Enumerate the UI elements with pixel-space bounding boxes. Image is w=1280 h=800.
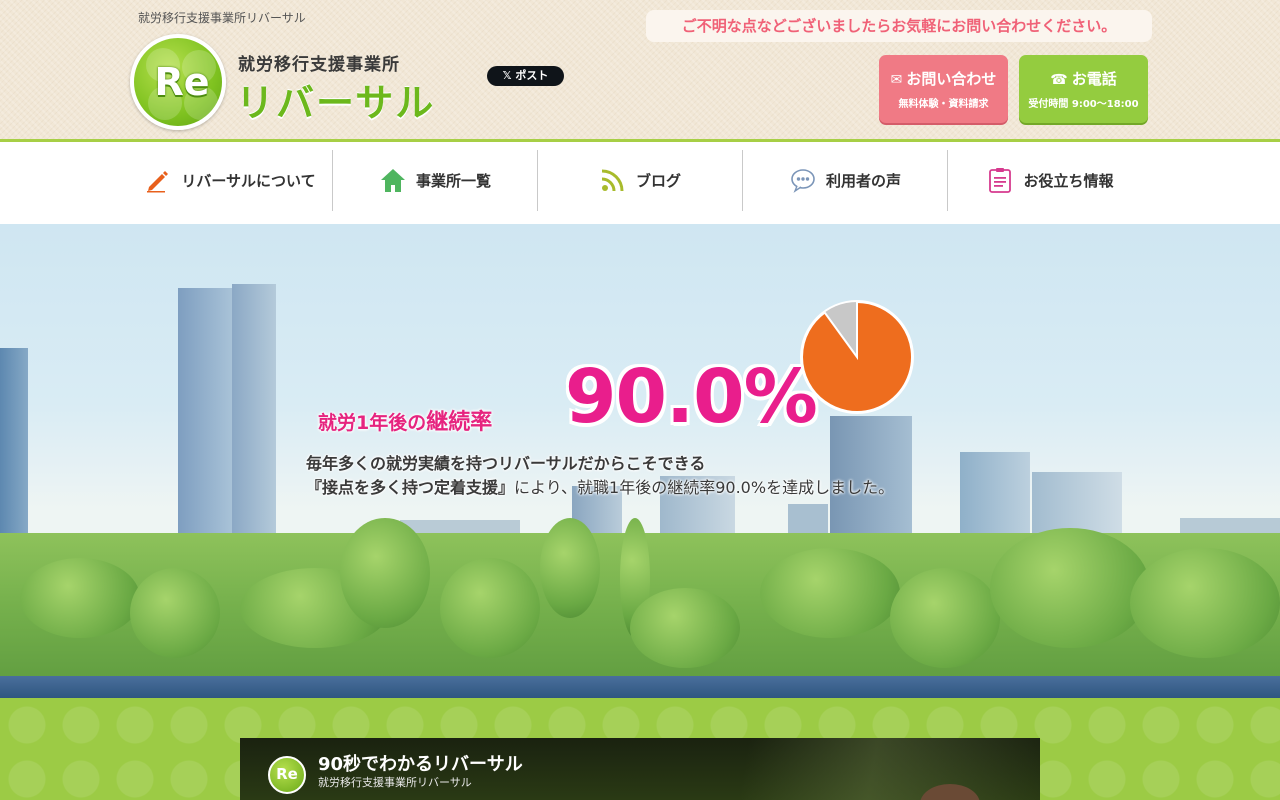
hero-description-emph: 『接点を多く持つ定着支援』 — [306, 478, 515, 497]
rss-icon — [600, 167, 626, 193]
logo-badge-text: Re — [154, 60, 210, 104]
video-section: Re 90秒でわかるリバーサル 就労移行支援事業所リバーサル — [0, 698, 1280, 800]
nav-item-label: リバーサルについて — [181, 171, 316, 190]
tree-illustration — [20, 558, 140, 638]
nav-item-voices[interactable]: 利用者の声 — [743, 150, 948, 210]
tree-illustration — [1130, 548, 1280, 658]
pencil-icon — [145, 167, 171, 193]
nav-item-info[interactable]: お役立ち情報 — [948, 150, 1153, 210]
hero-description-rest: により、就職1年後の継続率90.0%を達成しました。 — [514, 478, 895, 497]
tree-illustration — [130, 568, 220, 658]
phone-icon: ☎ — [1050, 72, 1068, 88]
tree-illustration — [440, 558, 540, 658]
nav-item-label: お役立ち情報 — [1023, 171, 1114, 190]
video-logo-badge: Re — [268, 756, 306, 794]
video-light-beam — [620, 738, 1040, 800]
building-illustration — [0, 348, 28, 548]
video-subtitle: 就労移行支援事業所リバーサル — [318, 776, 472, 789]
river-illustration — [0, 676, 1280, 698]
retention-pie-chart — [800, 300, 914, 414]
phone-button-label: お電話 — [1071, 70, 1117, 88]
logo-badge: Re — [130, 34, 226, 130]
site-logo[interactable]: Re 就労移行支援事業所 リバーサル — [130, 34, 450, 130]
nav-item-about[interactable]: リバーサルについて — [128, 150, 333, 210]
hero-banner: 就労1年後の継続率 90.0% 毎年多くの就労実績を持つリバーサルだからこそでき… — [0, 224, 1280, 698]
nav-item-label: 事業所一覧 — [415, 171, 491, 190]
tree-illustration — [630, 588, 740, 668]
house-icon — [380, 167, 406, 193]
tree-illustration — [760, 548, 900, 638]
nav-item-label: 利用者の声 — [825, 171, 901, 190]
site-tagline: 就労移行支援事業所リバーサル — [138, 11, 306, 25]
contact-notice: ご不明な点などございましたらお気軽にお問い合わせください。 — [646, 10, 1152, 42]
nav-item-offices[interactable]: 事業所一覧 — [333, 150, 538, 210]
contact-button-label: お問い合わせ — [906, 70, 997, 88]
hero-rate-value: 90.0% — [565, 354, 818, 440]
contact-button[interactable]: ✉ お問い合わせ 無料体験・資料請求 — [879, 55, 1008, 123]
pie-slice-retention — [801, 300, 913, 413]
hero-description-line1: 毎年多くの就労実績を持つリバーサルだからこそできる — [306, 454, 706, 473]
speech-bubble-icon — [790, 167, 816, 193]
hero-rate-caption-emph: 継続率 — [426, 410, 493, 435]
x-post-button[interactable]: 𝕏 ポスト — [487, 66, 564, 86]
tree-illustration — [540, 518, 600, 618]
global-nav: リバーサルについて 事業所一覧 ブログ 利用者の声 お役立ち情報 — [0, 142, 1280, 224]
site-header: 就労移行支援事業所リバーサル Re 就労移行支援事業所 リバーサル 𝕏 ポスト … — [0, 0, 1280, 140]
nav-item-label: ブログ — [635, 171, 681, 190]
tree-illustration — [990, 528, 1150, 648]
nav-item-blog[interactable]: ブログ — [538, 150, 743, 210]
intro-video[interactable]: Re 90秒でわかるリバーサル 就労移行支援事業所リバーサル — [240, 738, 1040, 800]
hero-description-line2: 『接点を多く持つ定着支援』により、就職1年後の継続率90.0%を達成しました。 — [306, 474, 894, 498]
clipboard-icon — [987, 167, 1013, 193]
building-illustration — [232, 284, 276, 548]
envelope-icon: ✉ — [890, 72, 903, 88]
logo-title: リバーサル — [236, 81, 436, 125]
contact-button-sub: 無料体験・資料請求 — [898, 99, 989, 110]
hero-rate-caption: 就労1年後の継続率 — [318, 404, 492, 436]
tree-illustration — [340, 518, 430, 628]
building-illustration — [178, 288, 233, 548]
tree-illustration — [890, 568, 1000, 668]
phone-button-sub: 受付時間 9:00〜18:00 — [1028, 99, 1139, 110]
video-title: 90秒でわかるリバーサル — [318, 754, 523, 775]
phone-button[interactable]: ☎ お電話 受付時間 9:00〜18:00 — [1019, 55, 1148, 123]
hero-rate-caption-lead: 就労1年後の — [318, 412, 427, 434]
